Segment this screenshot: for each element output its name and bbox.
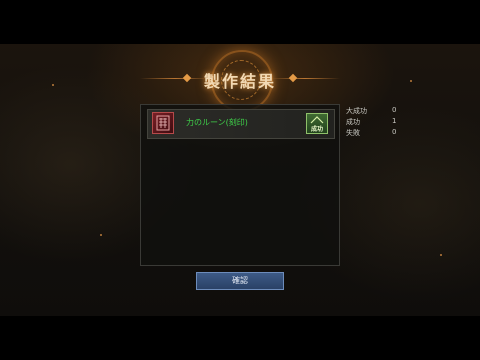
letterbox-top — [0, 0, 480, 44]
confirm-button[interactable]: 確認 — [196, 272, 284, 290]
success-badge: 成功 — [306, 113, 328, 134]
letterbox-bottom — [0, 316, 480, 360]
ember-particle — [410, 80, 412, 82]
result-stats: 大成功 0 成功 1 失敗 0 — [346, 106, 406, 139]
stat-value: 1 — [392, 117, 397, 125]
page-title: 製作結果 — [203, 72, 276, 91]
item-name: 力のルーン(刻印) — [186, 118, 248, 127]
stat-failure: 失敗 0 — [346, 128, 406, 139]
ember-particle — [52, 84, 54, 86]
diamond-icon — [288, 73, 298, 83]
list-item[interactable]: 力のルーン(刻印) 成功 — [147, 109, 335, 139]
stat-great-success: 大成功 0 — [346, 106, 406, 117]
results-list: 力のルーン(刻印) 成功 — [140, 104, 340, 266]
stat-label: 成功 — [346, 118, 360, 126]
crafting-result-screen: 製作結果 力のルーン(刻印) 成功 大成功 0 成功 1 失敗 0 確認 — [0, 44, 480, 316]
status-label: 成功 — [310, 126, 323, 133]
stat-value: 0 — [392, 128, 397, 136]
ember-particle — [100, 234, 102, 236]
ember-particle — [440, 254, 442, 256]
stat-success: 成功 1 — [346, 117, 406, 128]
rune-icon — [152, 112, 174, 134]
stat-value: 0 — [392, 106, 397, 114]
stat-label: 大成功 — [346, 107, 367, 115]
stat-label: 失敗 — [346, 129, 360, 137]
